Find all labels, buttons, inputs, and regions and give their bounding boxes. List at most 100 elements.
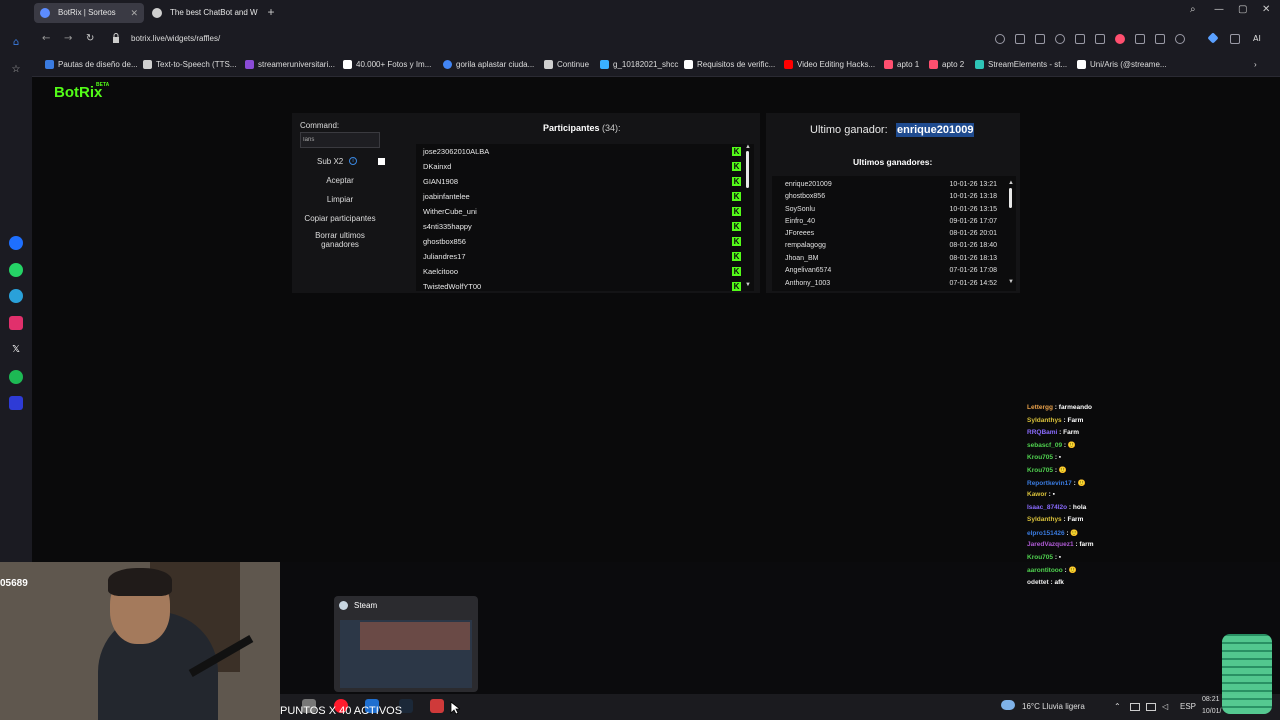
participant-name: Kaelcitooo — [423, 267, 459, 276]
chat-message: JaredVazquez1 : farm — [1027, 541, 1094, 548]
close-tab-icon[interactable]: ✕ — [130, 3, 138, 23]
extension-icon[interactable] — [1075, 34, 1085, 44]
bookmark-item[interactable]: Text-to-Speech (TTS... — [143, 60, 236, 69]
messenger-icon[interactable] — [9, 236, 23, 250]
clock-time[interactable]: 08:21 — [1202, 696, 1220, 703]
reload-icon[interactable]: ↻ — [86, 33, 94, 44]
bookmark-item[interactable]: streameruniversitari... — [245, 60, 335, 69]
bookmark-item[interactable]: Uni/Aris (@streame... — [1077, 60, 1167, 69]
bookmark-item[interactable]: StreamElements - st... — [975, 60, 1067, 69]
back-arrow-icon[interactable]: ← — [42, 33, 50, 44]
bookmark-item[interactable]: Pautas de diseño de... — [45, 60, 138, 69]
close-window-icon[interactable]: ✕ — [1262, 4, 1270, 15]
instagram-icon[interactable] — [9, 316, 23, 330]
maximize-icon[interactable]: ▢ — [1238, 4, 1247, 15]
tab-chatbot[interactable]: The best ChatBot and Wi — [146, 3, 258, 23]
weather-cloud-icon[interactable] — [1001, 700, 1015, 710]
speed-dial-icon[interactable]: ☆ — [9, 63, 23, 77]
winners-scrollbar[interactable] — [1009, 188, 1012, 208]
minimize-icon[interactable]: — — [1214, 4, 1224, 15]
camera-icon[interactable] — [1035, 34, 1045, 44]
edit-icon[interactable] — [1015, 34, 1025, 44]
list-item[interactable]: WitherCube_uni K — [423, 204, 741, 219]
play-icon[interactable] — [1095, 34, 1105, 44]
list-item[interactable]: GIAN1908 K — [423, 174, 741, 189]
participant-name: joabinfantelee — [423, 192, 470, 201]
ai-button[interactable]: AI — [1253, 34, 1261, 43]
list-item[interactable]: DKainxd K — [423, 159, 741, 174]
heart-icon[interactable] — [1115, 34, 1125, 44]
telegram-icon[interactable] — [9, 289, 23, 303]
winner-date: 10-01-26 13:18 — [949, 193, 997, 200]
bookmark-label: StreamElements - st... — [988, 60, 1068, 69]
copy-participants-button[interactable]: Copiar participantes — [300, 214, 380, 223]
address-bar-row: ← → ↻ botrix.live/widgets/raffles/ AI — [32, 26, 1280, 53]
search-icon[interactable] — [995, 34, 1005, 44]
list-item[interactable]: ghostbox856 K — [423, 234, 741, 249]
kick-logo-icon: K — [732, 162, 741, 171]
sub-x2-checkbox[interactable] — [378, 158, 385, 165]
bookmark-item[interactable]: Continue — [544, 60, 589, 69]
winners-scroll-up-icon[interactable]: ▲ — [1008, 180, 1014, 186]
bookmark-label: 40.000+ Fotos y Im... — [356, 60, 432, 69]
shield-icon[interactable] — [1055, 34, 1065, 44]
winners-scroll-down-icon[interactable]: ▼ — [1008, 279, 1014, 285]
participant-name: DKainxd — [423, 162, 452, 171]
tray-chevron-icon[interactable]: ⌃ — [1114, 702, 1121, 711]
bookmark-item[interactable]: apto 2 — [929, 60, 964, 69]
rust-taskbar-icon[interactable] — [430, 699, 444, 713]
new-tab-plus-icon[interactable]: + — [264, 5, 278, 19]
bookmark-favicon-icon — [443, 60, 452, 69]
list-item[interactable]: Juliandres17 K — [423, 249, 741, 264]
download-icon[interactable] — [1135, 34, 1145, 44]
command-input[interactable] — [300, 132, 380, 148]
bookmark-label: apto 2 — [942, 60, 965, 69]
participants-scrollbar[interactable] — [746, 151, 749, 188]
player-icon[interactable] — [9, 396, 23, 410]
extensions-puzzle-icon[interactable] — [1230, 34, 1240, 44]
list-item[interactable]: joabinfantelee K — [423, 189, 741, 204]
bookmark-item[interactable]: apto 1 — [884, 60, 919, 69]
info-icon[interactable]: i — [349, 157, 357, 165]
list-item[interactable]: jose23062010ALBA K — [423, 144, 741, 159]
clock-date[interactable]: 10/01/ — [1202, 708, 1221, 715]
x-twitter-icon[interactable]: 𝕏 — [9, 343, 23, 357]
bookmarks-overflow-icon[interactable]: › — [1254, 60, 1257, 69]
display-icon[interactable] — [1146, 703, 1156, 711]
profile-icon[interactable] — [1175, 34, 1185, 44]
weather-text[interactable]: 16°C Lluvia ligera — [1022, 702, 1085, 711]
list-item[interactable]: TwistedWolfYT00 K — [423, 279, 741, 291]
list-item[interactable]: Kaelcitooo K — [423, 264, 741, 279]
ai-diamond-icon[interactable] — [1207, 32, 1219, 44]
menu-icon[interactable] — [1155, 34, 1165, 44]
scroll-down-arrow-icon[interactable]: ▼ — [745, 282, 751, 288]
bookmark-item[interactable]: 40.000+ Fotos y Im... — [343, 60, 431, 69]
url-text[interactable]: botrix.live/widgets/raffles/ — [131, 34, 220, 43]
whatsapp-icon[interactable] — [9, 263, 23, 277]
steam-thumbnail-banner — [360, 622, 470, 650]
delete-last-winners-button[interactable]: Borrar ultimos ganadores — [300, 231, 380, 249]
decorative-lantern-overlay — [1222, 634, 1272, 714]
participants-list[interactable]: jose23062010ALBA K DKainxd K GIAN1908 K joa… — [416, 144, 754, 291]
home-icon[interactable]: ⌂ — [9, 36, 23, 50]
list-item[interactable]: s4nti335happy K — [423, 219, 741, 234]
bookmark-label: Requisitos de verific... — [697, 60, 776, 69]
tab-botrix[interactable]: BotRix | Sorteos ✕ — [34, 3, 144, 23]
bookmark-favicon-icon — [544, 60, 553, 69]
participant-name: s4nti335happy — [423, 222, 472, 231]
language-indicator[interactable]: ESP — [1180, 702, 1196, 711]
clear-button[interactable]: Limpiar — [300, 195, 380, 204]
bookmark-item[interactable]: gorila aplastar ciuda... — [443, 60, 534, 69]
forward-arrow-icon[interactable]: → — [64, 33, 72, 44]
network-icon[interactable] — [1130, 703, 1140, 711]
volume-icon[interactable]: ◁ — [1162, 702, 1168, 711]
bookmark-item[interactable]: Requisitos de verific... — [684, 60, 775, 69]
bookmark-item[interactable]: Video Editing Hacks... — [784, 60, 875, 69]
search-tabs-icon[interactable]: ⌕ — [1190, 4, 1196, 15]
accept-button[interactable]: Aceptar — [300, 176, 380, 185]
bookmark-favicon-icon — [1077, 60, 1086, 69]
last-winners-list[interactable]: enrique201009 10-01-26 13:21 ghostbox856 1… — [772, 176, 1016, 291]
spotify-icon[interactable] — [9, 370, 23, 384]
bookmark-item[interactable]: g_10182021_shcc — [600, 60, 678, 69]
scroll-up-arrow-icon[interactable]: ▲ — [745, 144, 751, 150]
